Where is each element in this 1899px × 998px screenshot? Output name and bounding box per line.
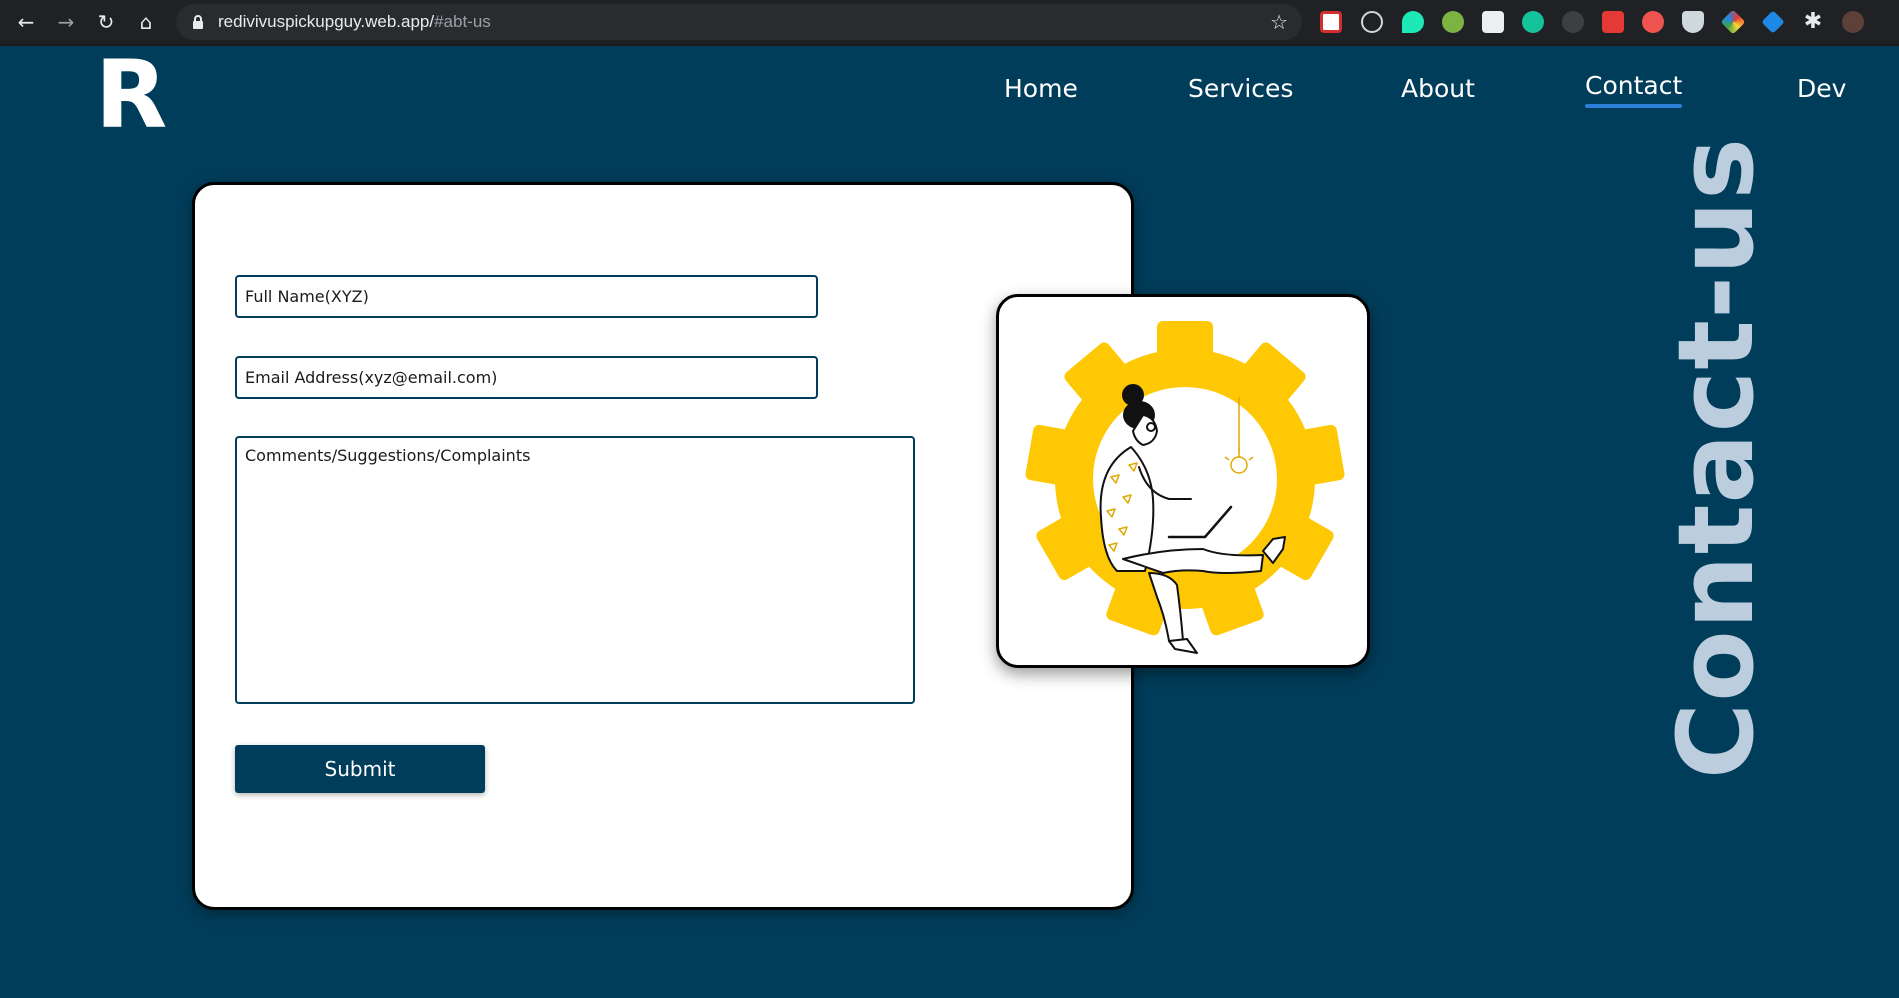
person-on-gear-illustration	[1025, 321, 1345, 654]
puzzle-extensions-icon[interactable]: ✱	[1802, 11, 1824, 33]
illustration-card	[996, 294, 1370, 668]
lock-icon	[193, 15, 203, 29]
nav-about[interactable]: About	[1401, 74, 1475, 103]
shield-extension-icon[interactable]	[1682, 11, 1704, 33]
url-fragment: #abt-us	[434, 12, 491, 31]
submit-button[interactable]: Submit	[235, 745, 485, 793]
grammarly-extension-icon[interactable]	[1522, 11, 1544, 33]
site-logo[interactable]: R	[95, 49, 167, 143]
full-name-input[interactable]	[235, 275, 818, 318]
reader-extension-icon[interactable]	[1482, 11, 1504, 33]
diamond-extension-icon[interactable]	[1761, 10, 1785, 34]
nav-services[interactable]: Services	[1188, 74, 1293, 103]
nav-contact[interactable]: Contact	[1585, 71, 1683, 108]
back-arrow-icon[interactable]: ←	[12, 8, 40, 36]
video-extension-icon[interactable]	[1602, 11, 1624, 33]
bookmark-star-icon[interactable]: ☆	[1270, 10, 1288, 34]
profile-avatar-icon[interactable]	[1842, 11, 1864, 33]
browser-toolbar: ← → ↻ ⌂ redivivuspickupguy.web.app/#abt-…	[0, 0, 1899, 46]
eyes-extension-icon[interactable]	[1642, 11, 1664, 33]
color-picker-extension-icon[interactable]	[1720, 9, 1746, 35]
section-title-vertical: Contact-us	[1655, 136, 1777, 780]
url-host: redivivuspickupguy.web.app/	[218, 12, 435, 31]
email-input[interactable]	[235, 356, 818, 399]
pocket-extension-icon[interactable]	[1320, 11, 1342, 33]
reload-icon[interactable]: ↻	[92, 8, 120, 36]
url-text: redivivuspickupguy.web.app/#abt-us	[218, 12, 491, 32]
recycle-extension-icon[interactable]	[1562, 11, 1584, 33]
nav-home[interactable]: Home	[1004, 74, 1078, 103]
contact-form-card: Submit	[192, 182, 1134, 910]
plus-extension-icon[interactable]	[1442, 11, 1464, 33]
address-bar[interactable]: redivivuspickupguy.web.app/#abt-us ☆	[176, 4, 1302, 40]
map-pin-extension-icon[interactable]	[1402, 11, 1424, 33]
gear-icon	[1025, 321, 1345, 636]
react-devtools-extension-icon[interactable]	[1361, 11, 1383, 33]
comments-textarea[interactable]	[235, 436, 915, 704]
forward-arrow-icon[interactable]: →	[52, 8, 80, 36]
home-icon[interactable]: ⌂	[132, 8, 160, 36]
nav-dev[interactable]: Dev	[1797, 74, 1846, 103]
